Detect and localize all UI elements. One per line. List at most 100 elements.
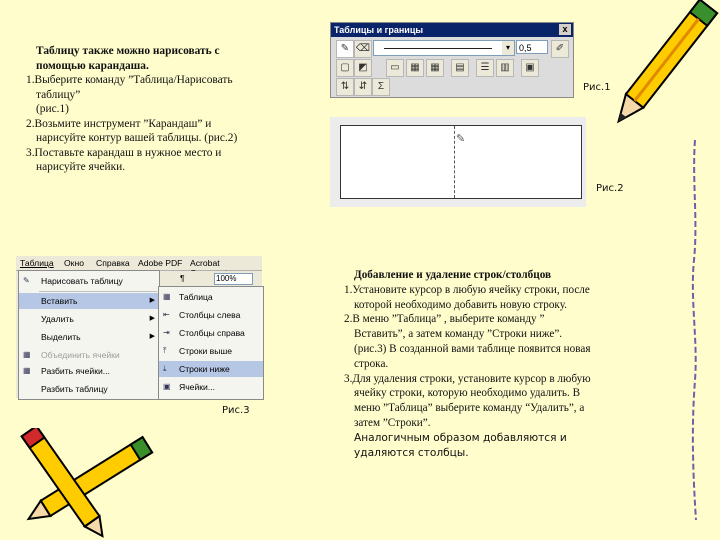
title-line-1: Таблицу также можно нарисовать с xyxy=(36,45,220,57)
insert-submenu: ▦ Таблица ⇤ Столбцы слева ⇥ Столбцы справа … xyxy=(158,286,264,400)
text-line: которой необходимо добавить новую строку… xyxy=(354,298,567,311)
distribute-columns-icon[interactable]: ▥ xyxy=(496,59,514,77)
crossed-pencils-icon xyxy=(20,428,154,538)
caption-fig2: Рис.2 xyxy=(596,183,624,194)
table-icon: ▦ xyxy=(163,292,171,301)
chevron-down-icon: ▾ xyxy=(502,41,514,55)
instructions-rows-columns: Добавление и удаление строк/столбцов 1.У… xyxy=(344,268,624,460)
insert-rows-above-icon: ⤒ xyxy=(163,346,167,355)
cells-icon: ▣ xyxy=(163,382,171,391)
menu-window[interactable]: Окно xyxy=(64,258,84,268)
submenu-item-columns-right[interactable]: ⇥ Столбцы справа xyxy=(159,325,263,341)
menu-item-draw-table[interactable]: ✎ Нарисовать таблицу xyxy=(19,273,159,289)
text-line: Вставить”, а затем команду ”Строки ниже”… xyxy=(354,328,563,341)
menu-item-label: Вставить xyxy=(41,296,78,306)
sigma-icon[interactable]: Σ xyxy=(372,78,390,96)
step-3: 3.Поставьте карандаш в нужное место и на… xyxy=(26,146,276,175)
submenu-item-rows-below[interactable]: ⤓ Строки ниже xyxy=(159,361,263,377)
text-line: 3.Для удаления строки, установите курсор… xyxy=(344,372,591,385)
menu-arrow-icon: ▶ xyxy=(149,297,155,304)
step-2: 2.Возьмите инструмент ”Карандаш” и нарис… xyxy=(26,117,276,146)
pencil-cursor-icon: ✎ xyxy=(456,133,466,145)
menu-item-label: Объединить ячейки xyxy=(41,350,120,360)
drawn-table-figure: ✎ xyxy=(330,117,586,207)
insert-columns-left-icon: ⇤ xyxy=(163,310,170,319)
menu-item-split-table[interactable]: Разбить таблицу xyxy=(19,381,159,397)
insert-rows-below-icon: ⤓ xyxy=(163,364,167,373)
sort-icon[interactable]: ⇅ xyxy=(336,78,354,96)
table-outline: ✎ xyxy=(340,125,582,199)
split-cells-icon[interactable]: ▦ xyxy=(426,59,444,77)
menu-item-label: Выделить xyxy=(41,332,81,342)
menu-arrow-icon: ▶ xyxy=(149,315,155,322)
insert-table-icon[interactable]: ▭ xyxy=(386,59,404,77)
pilcrow-icon[interactable]: ¶ xyxy=(180,273,185,283)
text-line: меню ”Таблица” выберите команду “Удалить… xyxy=(354,402,585,415)
step-3-line-1: 3.Поставьте карандаш в нужное место и xyxy=(26,146,222,159)
menu-item-label: Удалить xyxy=(41,314,74,324)
pencil-icon xyxy=(616,0,719,124)
text-line: 2.В меню ”Таблица” , выберите команду ” xyxy=(344,313,545,326)
align-icon[interactable]: ▤ xyxy=(451,59,469,77)
menu-item-select[interactable]: Выделить ▶ xyxy=(19,329,159,345)
submenu-item-label: Столбцы справа xyxy=(179,328,245,338)
border-icon[interactable]: ▢ xyxy=(336,59,354,77)
step-1: 1.Выберите команду ”Таблица/Нарисовать т… xyxy=(26,73,276,117)
zoom-dropdown[interactable]: 100% xyxy=(214,273,253,285)
menu-item-insert[interactable]: Вставить ▶ xyxy=(19,293,159,309)
menu-item-delete[interactable]: Удалить ▶ xyxy=(19,311,159,327)
submenu-item-cells[interactable]: ▣ Ячейки... xyxy=(159,379,263,395)
table-menu-screenshot: Таблица Окно Справка Adobe PDF Acrobat C… xyxy=(16,256,264,400)
submenu-item-label: Строки ниже xyxy=(179,364,230,374)
menu-bar: Таблица Окно Справка Adobe PDF Acrobat C… xyxy=(16,256,262,278)
distribute-rows-icon[interactable]: ☰ xyxy=(476,59,494,77)
autoformat-icon[interactable]: ▣ xyxy=(521,59,539,77)
text-line: ячейку строки, которую необходимо удалит… xyxy=(354,387,581,400)
text-line: 1.Установите курсор в любую ячейку строк… xyxy=(344,283,590,296)
shading-icon[interactable]: ◩ xyxy=(354,59,372,77)
pencil-icon: ✎ xyxy=(23,276,30,285)
submenu-item-table[interactable]: ▦ Таблица xyxy=(159,289,263,305)
submenu-item-label: Строки выше xyxy=(179,346,233,356)
instructions-draw-table: Таблицу также можно нарисовать с помощью… xyxy=(26,44,276,175)
merge-cells-icon[interactable]: ▦ xyxy=(406,59,424,77)
eraser-icon[interactable]: ⌫ xyxy=(354,40,372,58)
menu-item-label: Разбить ячейки... xyxy=(41,366,110,376)
menu-table[interactable]: Таблица xyxy=(20,258,54,268)
sort-desc-icon[interactable]: ⇵ xyxy=(354,78,372,96)
menu-item-label: Нарисовать таблицу xyxy=(41,276,123,286)
submenu-item-label: Таблица xyxy=(179,292,213,302)
insert-columns-right-icon: ⇥ xyxy=(163,328,170,337)
title-line-2: помощью карандаша. xyxy=(36,59,149,72)
toolbar-title-bar: Таблицы и границы x xyxy=(331,23,573,37)
tables-borders-toolbar: Таблицы и границы x ✎ ⌫ ▾ 0,5 ✐ ▢ ◩ ▭ ▦ … xyxy=(330,22,574,98)
step-2-line-2: нарисуйте контур вашей таблицы. (рис.2) xyxy=(36,132,238,144)
text-line: строка. xyxy=(354,357,389,370)
submenu-item-rows-above[interactable]: ⤒ Строки выше xyxy=(159,343,263,359)
caption-fig3: Рис.3 xyxy=(222,405,250,416)
line-style-dropdown[interactable]: ▾ xyxy=(373,40,515,56)
menu-item-merge-cells[interactable]: ▦ Объединить ячейки xyxy=(19,347,159,363)
line-weight-dropdown[interactable]: 0,5 xyxy=(516,40,548,54)
submenu-item-label: Столбцы слева xyxy=(179,310,241,320)
zoom-value: 100% xyxy=(216,274,237,283)
menu-item-label: Разбить таблицу xyxy=(41,384,108,394)
drawn-column-line xyxy=(454,126,455,198)
submenu-item-columns-left[interactable]: ⇤ Столбцы слева xyxy=(159,307,263,323)
toolbar-title: Таблицы и границы xyxy=(334,25,424,35)
submenu-item-label: Ячейки... xyxy=(179,382,215,392)
decorative-border xyxy=(691,140,697,520)
step-1-line-3: (рис.1) xyxy=(36,103,69,115)
instructions-title: Таблицу также можно нарисовать с помощью… xyxy=(26,44,276,73)
close-button[interactable]: x xyxy=(559,24,571,35)
menu-adobe-pdf[interactable]: Adobe PDF xyxy=(138,258,182,268)
pencil-icon[interactable]: ✎ xyxy=(336,40,354,58)
menu-item-split-cells[interactable]: ▦ Разбить ячейки... xyxy=(19,363,159,379)
text-line: (рис.3) В созданной вами таблице появитс… xyxy=(354,342,591,355)
menu-help[interactable]: Справка xyxy=(96,258,130,268)
split-cells-icon: ▦ xyxy=(23,366,31,375)
step-2-line-1: 2.Возьмите инструмент ”Карандаш” и xyxy=(26,117,212,130)
text-line: затем ”Строки”. xyxy=(354,416,431,429)
pen-color-icon[interactable]: ✐ xyxy=(551,40,569,58)
step-1-line-1: 1.Выберите команду ”Таблица/Нарисовать xyxy=(26,74,233,86)
